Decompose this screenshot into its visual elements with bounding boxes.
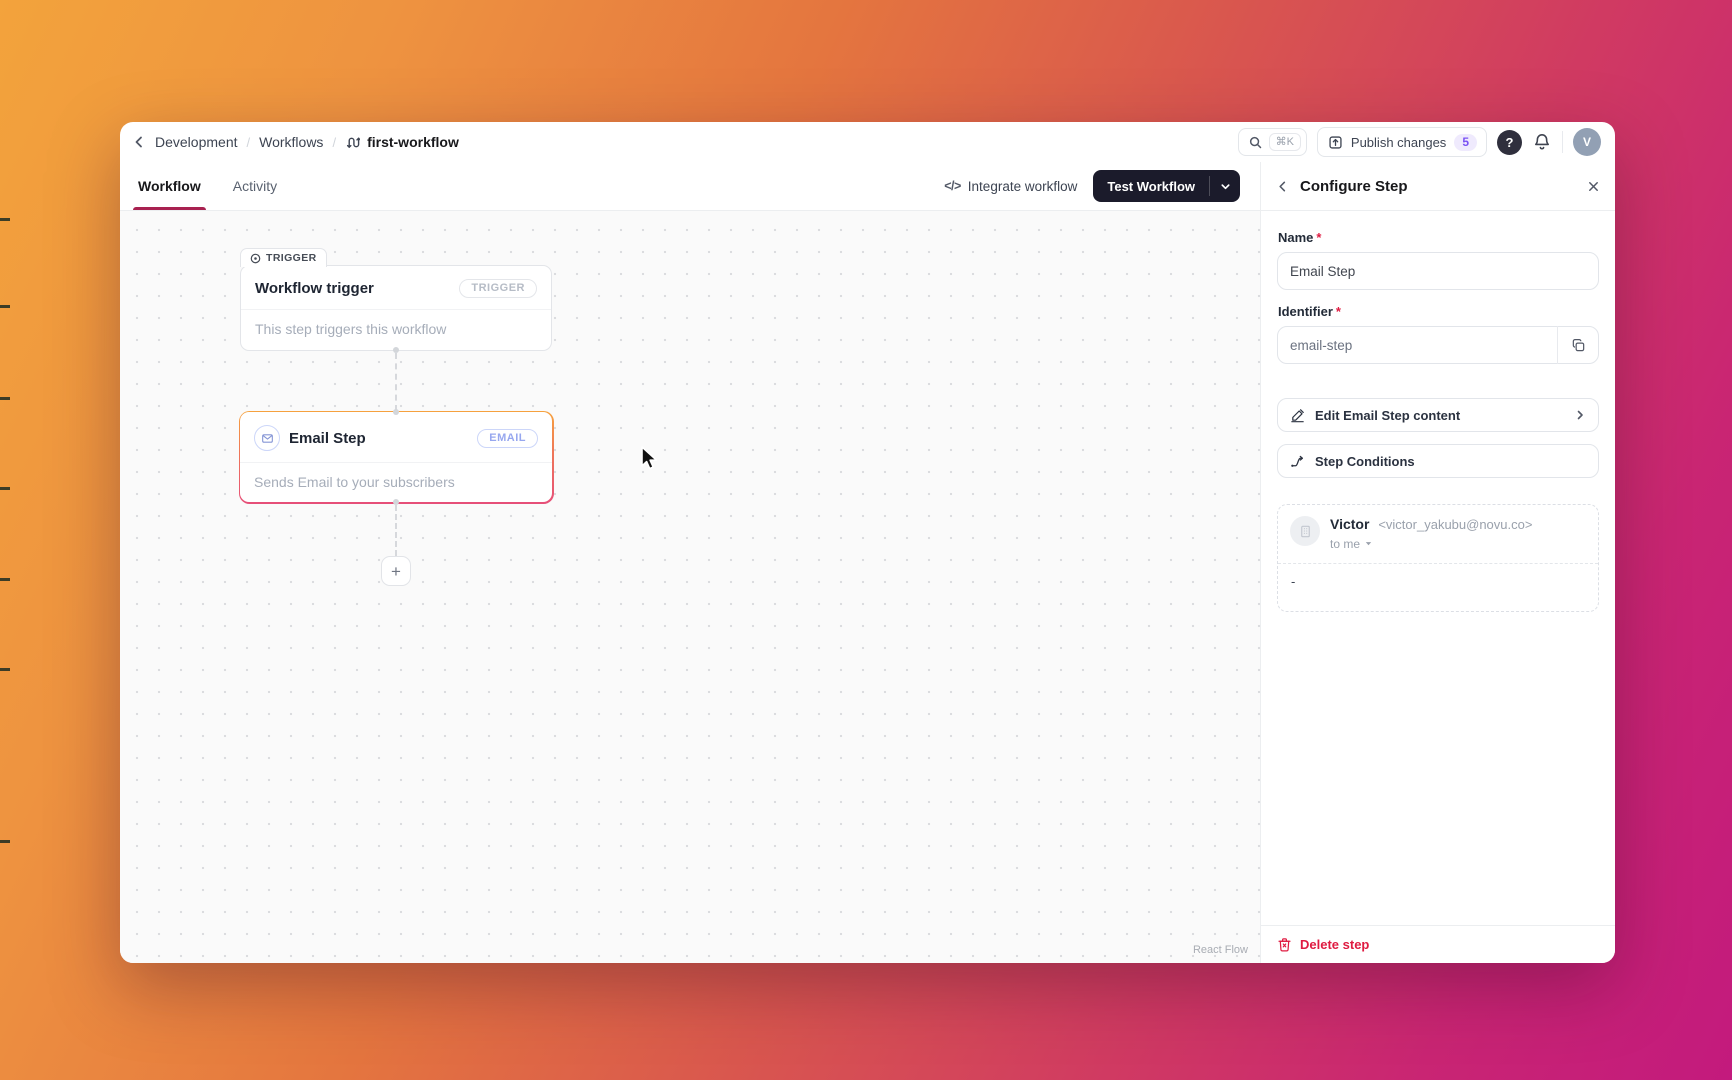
edge-connector: [395, 505, 397, 556]
recipient-label: to me: [1330, 536, 1361, 551]
close-icon: [1587, 180, 1600, 193]
bell-icon: [1532, 132, 1552, 152]
breadcrumb-separator: /: [246, 134, 251, 150]
name-input[interactable]: [1277, 252, 1599, 290]
avatar-initial: V: [1582, 135, 1591, 149]
required-asterisk: *: [1316, 230, 1322, 245]
node-handle: [393, 409, 399, 415]
pencil-icon: [1290, 408, 1305, 423]
test-workflow-label: Test Workflow: [1107, 178, 1195, 194]
conditions-icon: [1290, 454, 1305, 469]
panel-back-button[interactable]: [1276, 180, 1289, 193]
sender-line: Victor <victor_yakubu@novu.co>: [1330, 516, 1532, 534]
email-node-badge: EMAIL: [477, 428, 538, 448]
step-conditions-button[interactable]: Step Conditions: [1277, 444, 1599, 478]
tab-bar: Workflow Activity </> Integrate workflow…: [120, 162, 1260, 211]
delete-step-label: Delete step: [1300, 937, 1370, 952]
email-node-description: Sends Email to your subscribers: [240, 462, 552, 503]
notifications-button[interactable]: [1532, 132, 1552, 152]
sender-email: <victor_yakubu@novu.co>: [1378, 517, 1533, 532]
header-divider: [1562, 131, 1563, 153]
email-node-title: Email Step: [289, 429, 366, 447]
required-asterisk: *: [1335, 304, 1341, 319]
identifier-input[interactable]: [1277, 326, 1599, 364]
edit-email-content-label: Edit Email Step content: [1315, 407, 1461, 423]
top-header: Development / Workflows / first-workflow…: [120, 122, 1615, 162]
copy-identifier-button[interactable]: [1557, 326, 1599, 364]
name-label: Name *: [1278, 230, 1322, 245]
trigger-tab: TRIGGER: [240, 248, 327, 267]
identifier-label: Identifier *: [1278, 304, 1341, 319]
breadcrumb-item-development[interactable]: Development: [155, 134, 238, 150]
react-flow-attribution: React Flow: [1192, 944, 1248, 956]
search-input[interactable]: ⌘K: [1237, 128, 1307, 156]
edit-email-content-button[interactable]: Edit Email Step content: [1277, 398, 1599, 432]
chevron-right-icon: [1574, 409, 1586, 421]
trigger-node[interactable]: Workflow trigger TRIGGER This step trigg…: [240, 265, 552, 353]
email-node[interactable]: Email Step EMAIL Sends Email to your sub…: [240, 409, 552, 505]
breadcrumb-separator: /: [332, 134, 337, 150]
organization-icon: [1298, 524, 1313, 539]
publish-changes-button[interactable]: Publish changes 5: [1316, 127, 1487, 157]
email-preview-card: Victor <victor_yakubu@novu.co> to me -: [1277, 504, 1599, 612]
breadcrumb-item-workflows[interactable]: Workflows: [259, 134, 323, 150]
user-avatar[interactable]: V: [1573, 128, 1601, 156]
add-step-button[interactable]: +: [381, 556, 411, 586]
chevron-left-icon: [1276, 180, 1289, 193]
tab-workflow[interactable]: Workflow: [133, 162, 206, 210]
tab-activity[interactable]: Activity: [231, 162, 279, 210]
delete-step-button[interactable]: Delete step: [1261, 925, 1615, 963]
trigger-tab-label: TRIGGER: [266, 252, 317, 264]
publish-icon: [1328, 135, 1343, 150]
caret-down-icon: [1364, 539, 1373, 548]
panel-header: Configure Step: [1261, 162, 1615, 211]
edge-connector: [395, 353, 397, 411]
breadcrumb-current: first-workflow: [345, 134, 459, 150]
breadcrumb-current-label: first-workflow: [367, 134, 459, 150]
integrate-workflow-link[interactable]: </> Integrate workflow: [944, 179, 1077, 194]
panel-close-button[interactable]: [1587, 180, 1600, 193]
publish-count-badge: 5: [1454, 133, 1477, 151]
trigger-node-description: This step triggers this workflow: [241, 309, 551, 350]
workflow-canvas[interactable]: TRIGGER Workflow trigger TRIGGER This st…: [120, 211, 1260, 963]
copy-icon: [1571, 338, 1586, 353]
chevron-left-icon: [132, 135, 146, 149]
sender-name: Victor: [1330, 516, 1370, 532]
panel-title: Configure Step: [1300, 177, 1408, 195]
workflow-icon: [345, 135, 361, 150]
breadcrumb: Development / Workflows / first-workflow: [132, 134, 459, 150]
recipient-line[interactable]: to me: [1330, 537, 1532, 551]
sender-avatar: [1290, 516, 1320, 546]
search-shortcut: ⌘K: [1268, 133, 1301, 151]
configure-step-panel: Configure Step Name* Identifier*: [1260, 162, 1615, 963]
app-window: Development / Workflows / first-workflow…: [120, 122, 1615, 963]
header-actions: ⌘K Publish changes 5 ? V: [1237, 127, 1601, 157]
search-icon: [1249, 136, 1262, 149]
trash-icon: [1277, 937, 1292, 952]
test-workflow-button[interactable]: Test Workflow: [1093, 170, 1240, 202]
help-button[interactable]: ?: [1497, 129, 1522, 155]
back-button[interactable]: [132, 135, 146, 149]
integrate-workflow-label: Integrate workflow: [967, 178, 1078, 194]
code-icon: </>: [944, 179, 961, 193]
test-workflow-dropdown[interactable]: [1210, 170, 1240, 202]
mouse-cursor: [637, 445, 663, 473]
trigger-node-badge: TRIGGER: [459, 279, 537, 298]
email-node-selection-border: Email Step EMAIL Sends Email to your sub…: [238, 409, 554, 505]
panel-content: Name* Identifier*: [1261, 211, 1615, 925]
trigger-node-title: Workflow trigger: [255, 280, 374, 297]
publish-label: Publish changes: [1350, 134, 1447, 150]
node-handle: [393, 499, 399, 505]
trigger-icon: [250, 253, 261, 264]
help-icon: ?: [1505, 134, 1514, 150]
email-body-text: -: [1291, 573, 1296, 589]
email-channel-icon: [254, 425, 280, 451]
step-conditions-label: Step Conditions: [1315, 453, 1415, 469]
